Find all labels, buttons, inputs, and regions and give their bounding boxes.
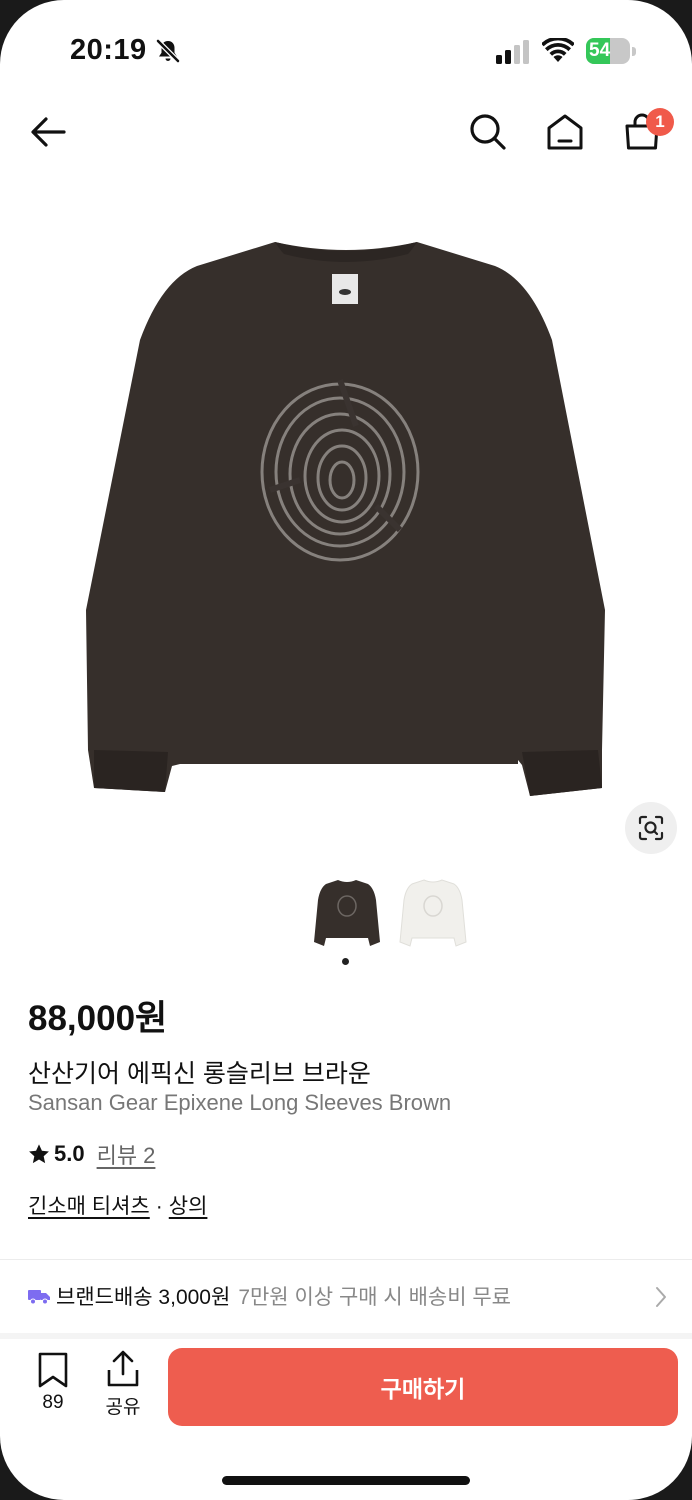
cart-count-badge: 1 <box>646 108 674 136</box>
category-breadcrumb: 긴소매 티셔츠 · 상의 <box>28 1190 207 1220</box>
search-icon[interactable] <box>466 110 510 154</box>
thumbnail-brown[interactable] <box>312 876 382 950</box>
shipping-label: 브랜드배송 3,000원 <box>56 1286 231 1309</box>
bottom-bar-divider <box>0 1333 692 1339</box>
parent-category-link[interactable]: 상의 <box>169 1195 208 1218</box>
divider <box>0 1259 692 1260</box>
review-link[interactable]: 리뷰 2 <box>97 1138 156 1170</box>
chevron-right-icon <box>656 1287 666 1307</box>
back-arrow-icon[interactable] <box>26 110 70 154</box>
home-icon[interactable] <box>543 110 587 154</box>
share-icon <box>107 1350 139 1387</box>
star-icon <box>29 1144 49 1164</box>
share-button[interactable]: 공유 <box>100 1350 146 1419</box>
gallery-page-dot <box>342 958 349 965</box>
rating-score: 5.0 <box>54 1141 85 1166</box>
battery-indicator: 54 <box>586 38 636 64</box>
status-time: 20:19 <box>70 34 147 66</box>
share-label: 공유 <box>105 1397 141 1418</box>
bell-slash-icon <box>156 39 180 63</box>
product-image[interactable] <box>60 230 632 810</box>
rating-row: 5.0 리뷰 2 <box>28 1138 155 1170</box>
wifi-icon <box>542 38 574 62</box>
bookmark-count: 89 <box>42 1392 64 1413</box>
battery-percent: 54 <box>589 40 611 61</box>
truck-icon <box>28 1290 50 1305</box>
signal-icon <box>496 40 529 64</box>
category-link[interactable]: 긴소매 티셔츠 <box>28 1195 150 1218</box>
home-indicator <box>222 1476 470 1485</box>
image-search-button[interactable] <box>625 802 677 854</box>
shipping-info-row[interactable]: 브랜드배송 3,000원 7만원 이상 구매 시 배송비 무료 <box>28 1280 668 1312</box>
bookmark-icon <box>38 1352 68 1388</box>
thumbnail-white[interactable] <box>398 876 468 950</box>
category-separator: · <box>155 1195 163 1218</box>
product-name-en: Sansan Gear Epixene Long Sleeves Brown <box>28 1090 452 1115</box>
screen: 20:19 54 1 88,000원 산산기어 에픽신 롱슬리브 브라운 San… <box>0 0 692 1500</box>
bookmark-button[interactable]: 89 <box>30 1352 76 1414</box>
shipping-note: 7만원 이상 구매 시 배송비 무료 <box>238 1286 512 1309</box>
image-search-icon <box>638 815 664 841</box>
product-name-ko: 산산기어 에픽신 롱슬리브 브라운 <box>28 1060 371 1088</box>
buy-button[interactable]: 구매하기 <box>168 1348 678 1426</box>
product-price: 88,000원 <box>28 999 168 1038</box>
